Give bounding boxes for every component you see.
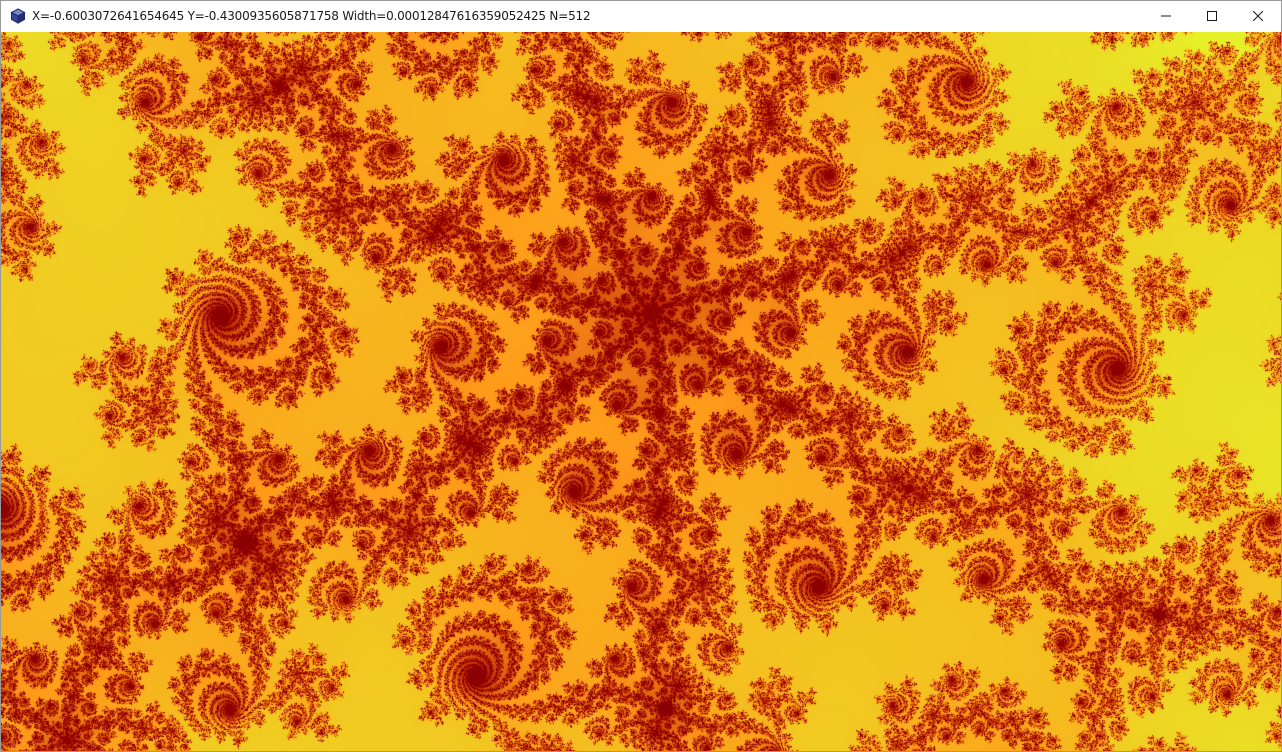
close-button[interactable] [1235,1,1281,32]
close-icon [1252,8,1264,26]
mandelbrot-canvas[interactable] [1,32,1281,751]
title-bar[interactable]: X=-0.6003072641654645 Y=-0.4300935605871… [1,1,1281,32]
window-title: X=-0.6003072641654645 Y=-0.4300935605871… [32,9,591,23]
maximize-icon [1207,8,1217,26]
app-window: X=-0.6003072641654645 Y=-0.4300935605871… [0,0,1282,752]
cube-icon [10,8,26,24]
maximize-button[interactable] [1189,1,1235,32]
minimize-icon [1161,8,1171,26]
fractal-view[interactable] [1,32,1281,751]
minimize-button[interactable] [1143,1,1189,32]
